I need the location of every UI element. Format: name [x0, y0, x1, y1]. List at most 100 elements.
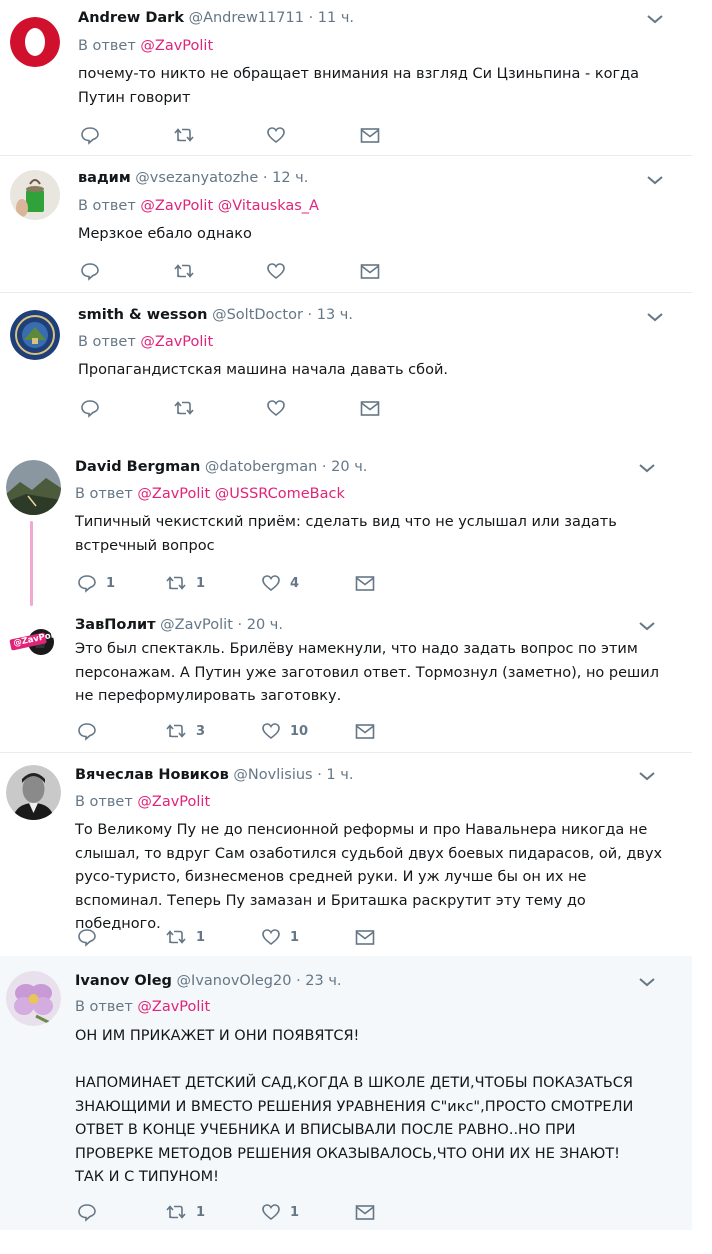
reply-icon	[78, 575, 96, 593]
reply-icon	[81, 263, 99, 281]
chevron-down-icon[interactable]	[646, 311, 664, 323]
reply-button[interactable]	[77, 720, 106, 742]
retweet-button[interactable]	[173, 124, 204, 146]
tweet[interactable]: Andrew Dark @Andrew11711 · 11 ч. В ответ…	[0, 0, 692, 155]
display-name[interactable]: Andrew Dark	[78, 10, 184, 26]
avatar[interactable]: @ZavPolit	[6, 614, 61, 669]
like-button[interactable]: 1	[261, 1201, 299, 1223]
like-button[interactable]	[266, 124, 295, 146]
like-button[interactable]	[266, 397, 295, 419]
direct-message-button[interactable]	[360, 124, 380, 146]
mention-link[interactable]: @ZavPolit	[137, 794, 210, 810]
reply-button[interactable]	[80, 397, 109, 419]
display-name[interactable]: Вячеслав Новиков	[75, 767, 229, 783]
avatar[interactable]	[6, 460, 61, 515]
user-handle[interactable]: @SoltDoctor	[212, 307, 303, 323]
heart-icon	[262, 723, 280, 740]
retweet-button[interactable]: 3	[165, 720, 205, 742]
user-handle[interactable]: @Andrew11711	[189, 10, 304, 26]
direct-message-button[interactable]	[355, 572, 375, 594]
timestamp[interactable]: · 1 ч.	[317, 767, 353, 783]
chevron-down-icon[interactable]	[646, 13, 664, 25]
user-handle[interactable]: @Novlisius	[233, 767, 312, 783]
avatar[interactable]	[10, 310, 60, 360]
reply-button[interactable]	[77, 1201, 106, 1223]
retweet-button[interactable]: 1	[165, 572, 205, 594]
reply-context: В ответ @ZavPolit	[78, 334, 213, 350]
tweet-text-line: Мерзкое ебало однако	[78, 226, 252, 242]
reply-button[interactable]: 1	[77, 572, 115, 594]
timestamp[interactable]: · 23 ч.	[296, 973, 341, 989]
tweet[interactable]: Вячеслав Новиков @Novlisius · 1 ч. В отв…	[0, 753, 692, 956]
timestamp[interactable]: · 13 ч.	[308, 307, 353, 323]
envelope-icon	[355, 930, 375, 945]
chevron-down-icon[interactable]	[646, 174, 664, 186]
direct-message-button[interactable]	[355, 1201, 375, 1223]
display-name[interactable]: Ivanov Oleg	[75, 973, 172, 989]
mention-link[interactable]: @ZavPolit	[137, 486, 210, 502]
mention-link[interactable]: @ZavPolit	[137, 999, 210, 1015]
chevron-down-icon[interactable]	[638, 976, 656, 988]
mention-link[interactable]: @USSRComeBack	[215, 486, 345, 502]
mention-link[interactable]: @ZavPolit	[140, 334, 213, 350]
tweet[interactable]: @ZavPolit ЗавПолит @ZavPolit · 20 ч. Это…	[0, 606, 692, 752]
reply-label: В ответ	[78, 334, 136, 350]
reply-button[interactable]	[77, 926, 106, 948]
tweet-text: То Великому Пу не до пенсионной реформы …	[75, 819, 675, 937]
like-count: 10	[290, 723, 309, 739]
retweet-button[interactable]	[173, 260, 204, 282]
direct-message-button[interactable]	[355, 720, 375, 742]
display-name[interactable]: David Bergman	[75, 459, 200, 475]
like-button[interactable]	[266, 260, 295, 282]
tweet[interactable]: Ivanov Oleg @IvanovOleg20 · 23 ч. В отве…	[0, 956, 692, 1230]
direct-message-button[interactable]	[360, 397, 380, 419]
direct-message-button[interactable]	[355, 926, 375, 948]
avatar[interactable]	[10, 17, 60, 67]
tweet-header: Ivanov Oleg @IvanovOleg20 · 23 ч.	[75, 973, 342, 989]
retweet-button[interactable]: 1	[165, 926, 205, 948]
reply-label: В ответ	[75, 486, 133, 502]
chevron-down-icon[interactable]	[638, 462, 656, 474]
like-button[interactable]: 1	[261, 926, 299, 948]
tweet-text: Мерзкое ебало однако	[78, 223, 668, 247]
chevron-down-icon[interactable]	[638, 770, 656, 782]
user-handle[interactable]: @IvanovOleg20	[177, 973, 292, 989]
mention-link[interactable]: @ZavPolit	[140, 198, 213, 214]
avatar[interactable]	[10, 170, 60, 220]
retweet-icon	[166, 930, 186, 944]
reply-context: В ответ @ZavPolit	[75, 999, 210, 1015]
timestamp[interactable]: · 20 ч.	[322, 459, 367, 475]
tweet-header: David Bergman @datobergman · 20 ч.	[75, 459, 367, 475]
direct-message-button[interactable]	[360, 260, 380, 282]
tweet-text-line: персонажам. А Путин уже заготовил ответ.…	[75, 664, 659, 681]
timestamp[interactable]: · 11 ч.	[309, 10, 354, 26]
retweet-icon	[166, 724, 186, 738]
timestamp[interactable]: · 20 ч.	[238, 617, 283, 633]
display-name[interactable]: вадим	[78, 170, 131, 186]
user-handle[interactable]: @vsezanyatozhe	[135, 170, 258, 186]
heart-icon	[262, 1204, 280, 1221]
reply-button[interactable]	[80, 124, 109, 146]
mention-link[interactable]: @ZavPolit	[140, 38, 213, 54]
avatar[interactable]	[6, 765, 61, 820]
tweet[interactable]: David Bergman @datobergman · 20 ч. В отв…	[0, 446, 692, 606]
retweet-button[interactable]	[173, 397, 204, 419]
tweet[interactable]: smith & wesson @SoltDoctor · 13 ч. В отв…	[0, 293, 692, 431]
reply-label: В ответ	[78, 198, 136, 214]
display-name[interactable]: ЗавПолит	[75, 617, 156, 633]
display-name[interactable]: smith & wesson	[78, 307, 207, 323]
chevron-down-icon[interactable]	[638, 620, 656, 632]
tweet-text-line: русо-туристо, бизнесменов средней руки. …	[75, 869, 587, 885]
retweet-button[interactable]: 1	[165, 1201, 205, 1223]
avatar[interactable]	[6, 971, 61, 1026]
retweet-icon	[166, 1205, 186, 1219]
like-button[interactable]: 4	[261, 572, 299, 594]
user-handle[interactable]: @ZavPolit	[160, 617, 233, 633]
tweet[interactable]: вадим @vsezanyatozhe · 12 ч. В ответ @Za…	[0, 156, 692, 292]
reply-button[interactable]	[80, 260, 109, 282]
timestamp[interactable]: · 12 ч.	[263, 170, 308, 186]
mention-link[interactable]: @Vitauskas_A	[218, 198, 319, 214]
like-button[interactable]: 10	[261, 720, 308, 742]
user-handle[interactable]: @datobergman	[205, 459, 317, 475]
tweet-text: Пропагандистская машина начала давать сб…	[78, 359, 668, 383]
